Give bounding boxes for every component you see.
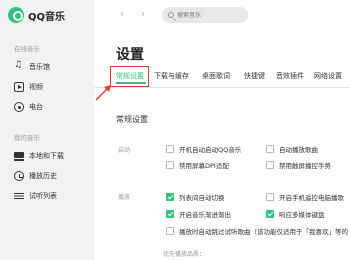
tab-divider xyxy=(94,87,350,88)
app-logo[interactable]: QQ音乐 xyxy=(8,7,65,23)
option-media-keys[interactable]: 响应多媒体键盘 xyxy=(266,209,325,219)
search-icon xyxy=(168,12,174,18)
video-icon xyxy=(14,82,24,92)
sidebar-item-label: 播放历史 xyxy=(29,172,57,180)
sidebar-item-video[interactable]: 视频 xyxy=(14,82,43,92)
checkbox[interactable] xyxy=(166,145,174,153)
search-input[interactable] xyxy=(177,11,247,19)
radio-icon xyxy=(14,102,24,112)
sidebar-item-label: 电台 xyxy=(29,103,43,111)
sidebar-item-local-download[interactable]: 本地和下载 xyxy=(14,151,64,161)
sidebar-item-trial-list[interactable]: 试听列表 xyxy=(14,191,57,201)
checkbox[interactable] xyxy=(166,227,174,235)
option-label: 开启音乐渐进渐出 xyxy=(179,211,231,219)
sidebar-item-label: 试听列表 xyxy=(29,192,57,200)
sidebar-item-label: 视频 xyxy=(29,83,43,91)
checkbox[interactable] xyxy=(266,161,274,169)
tab-general[interactable]: 常规设置 xyxy=(116,71,144,81)
option-list-auto-switch[interactable]: 列表间自动切换 xyxy=(166,192,225,202)
local-download-icon xyxy=(14,151,24,161)
checkbox[interactable] xyxy=(166,193,174,201)
option-fade-in-out[interactable]: 开启音乐渐进渐出 xyxy=(166,209,231,219)
history-icon xyxy=(14,171,24,181)
tab-download-cache[interactable]: 下载与缓存 xyxy=(154,71,189,81)
startup-label: 启动 xyxy=(118,147,131,154)
option-label: 禁用触屏播控手势 xyxy=(279,162,331,170)
search-box[interactable] xyxy=(162,7,248,23)
app-name: QQ音乐 xyxy=(28,11,66,23)
option-label: 播放时自动跳过试听歌曲（该功能仅适用于「我喜欢」等的 xyxy=(179,228,348,236)
checkbox[interactable] xyxy=(266,193,274,201)
option-label: 禁用屏幕DPI适配 xyxy=(179,162,229,170)
sidebar: QQ音乐 在线音乐 音乐馆 视频 电台 我的音乐 本地和下载 播放历史 试听列表 xyxy=(0,0,94,260)
checkbox[interactable] xyxy=(266,145,274,153)
music-icon xyxy=(14,60,24,72)
sidebar-item-music-hall[interactable]: 音乐馆 xyxy=(14,60,50,72)
qq-music-logo-icon xyxy=(8,7,24,23)
option-label: 响应多媒体键盘 xyxy=(279,211,325,219)
option-auto-start[interactable]: 开机自动启动QQ音乐 xyxy=(166,144,241,154)
option-disable-touch[interactable]: 禁用触屏播控手势 xyxy=(266,160,331,170)
red-arrow-annotation xyxy=(95,85,111,101)
tab-audio-plugins[interactable]: 音效插件 xyxy=(276,71,304,81)
active-tab-underline xyxy=(116,82,146,84)
option-auto-play[interactable]: 自动播放歌曲 xyxy=(266,144,318,154)
forward-button[interactable]: › xyxy=(141,9,145,20)
option-phone-remote[interactable]: 开启手机遥控电脑播歌 xyxy=(266,192,344,202)
checkbox[interactable] xyxy=(166,161,174,169)
option-disable-dpi[interactable]: 禁用屏幕DPI适配 xyxy=(166,160,229,170)
page-title: 设置 xyxy=(116,47,144,63)
checkbox[interactable] xyxy=(166,210,174,218)
sidebar-item-label: 音乐馆 xyxy=(29,63,50,71)
tab-desktop-lyrics[interactable]: 桌面歌词 xyxy=(202,71,230,81)
section-title: 常规设置 xyxy=(116,115,148,124)
trial-list-icon xyxy=(14,191,24,201)
option-label: 列表间自动切换 xyxy=(179,194,225,202)
sidebar-item-radio[interactable]: 电台 xyxy=(14,102,43,112)
sidebar-item-play-history[interactable]: 播放历史 xyxy=(14,171,57,181)
option-label: 自动播放歌曲 xyxy=(279,146,318,154)
sidebar-item-label: 本地和下载 xyxy=(29,152,64,160)
option-skip-trial[interactable]: 播放时自动跳过试听歌曲（该功能仅适用于「我喜欢」等的 xyxy=(166,226,348,236)
tab-shortcuts[interactable]: 快捷键 xyxy=(244,71,265,81)
back-button[interactable]: ‹ xyxy=(120,9,124,20)
option-label: 开启手机遥控电脑播歌 xyxy=(279,194,344,202)
online-music-section-title: 在线音乐 xyxy=(14,45,40,53)
play-label: 播放 xyxy=(118,194,131,201)
my-music-section-title: 我的音乐 xyxy=(14,134,40,142)
option-label: 开机自动启动QQ音乐 xyxy=(179,146,242,154)
checkbox[interactable] xyxy=(266,210,274,218)
tab-network[interactable]: 网络设置 xyxy=(314,71,342,81)
priority-quality-label: 优先播放品质： xyxy=(163,251,206,258)
